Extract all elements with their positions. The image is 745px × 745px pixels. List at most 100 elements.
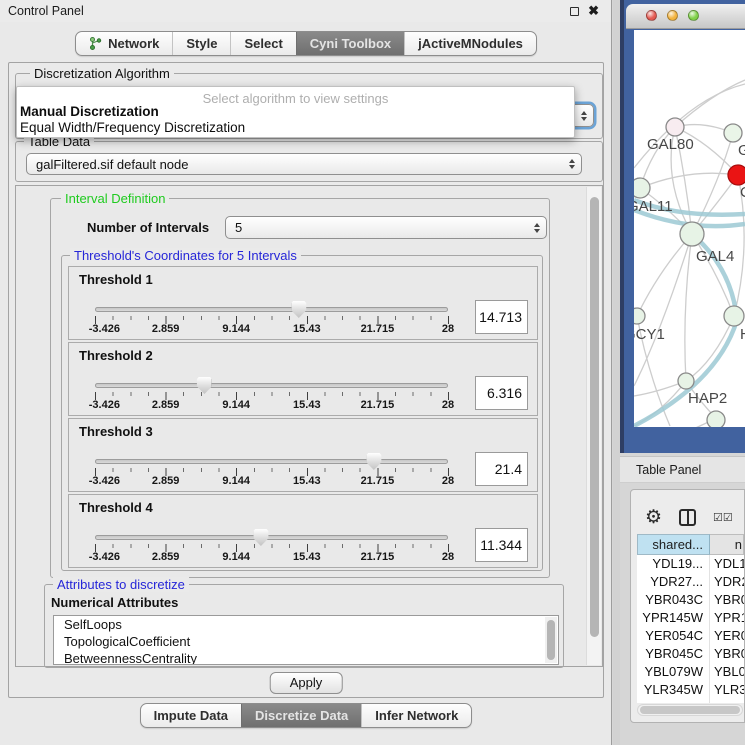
combo-stepper-icon [528,223,546,233]
app-root: Control Panel ✖ NetworkStyleSelectCyni T… [0,0,745,745]
float-window-icon[interactable] [570,7,579,16]
column-header-shared-name[interactable]: shared... [637,534,710,555]
attribute-item-topologicalcoefficient[interactable]: TopologicalCoefficient [54,633,558,650]
threshold-panel-3: Threshold 3-3.4262.8599.14415.4321.71528… [68,418,538,492]
vertical-scrollbar[interactable] [586,187,601,665]
threshold-value-field[interactable]: 6.316 [475,376,528,410]
table-row[interactable]: YER054CYER0 [637,627,744,645]
network-node-hap2[interactable] [678,373,694,389]
checkbox-columns-icon[interactable]: ☑☑ [713,511,733,524]
horizontal-scrollbar-thumb[interactable] [640,706,740,714]
apply-button[interactable]: Apply [270,672,343,694]
combo-stepper-icon [575,111,593,121]
network-node-gal4[interactable] [680,222,704,246]
cell-name: YER0 [710,627,744,645]
horizontal-scrollbar[interactable] [637,704,743,716]
slider-track[interactable] [95,383,448,388]
tab-network[interactable]: Network [76,32,172,55]
slider-track[interactable] [95,307,448,312]
table-row[interactable]: YIL052CYIL0 [637,699,744,703]
threshold-value-field[interactable]: 14.713 [475,300,528,334]
tab-impute-data[interactable]: Impute Data [141,704,241,727]
network-edge[interactable] [692,234,734,316]
network-node-ga[interactable] [724,124,742,142]
tab-jactivemnodules[interactable]: jActiveMNodules [404,32,536,55]
node-label: GCY1 [634,326,665,343]
network-window-titlebar[interactable] [626,4,745,29]
cell-shared-name: YBR043C [637,591,710,609]
close-icon[interactable]: ✖ [588,3,599,19]
tick-label: 2.859 [152,551,180,563]
node-label: HAP2 [688,390,727,407]
tab-select[interactable]: Select [230,32,295,55]
tick-label: 15.43 [293,551,321,563]
attribute-item-selfloops[interactable]: SelfLoops [54,616,558,633]
network-node-c[interactable] [728,165,745,185]
node-label: GAL80 [647,136,694,153]
bottom-tab-bar: Impute DataDiscretize Data Infer Network [0,703,612,728]
table-row[interactable]: YPR145WYPR1 [637,609,744,627]
algorithm-option-equal-width-frequency-discretization[interactable]: Equal Width/Frequency Discretization [17,120,574,136]
network-node-h[interactable] [724,306,744,326]
vertical-scrollbar-thumb[interactable] [590,197,599,637]
network-view-window: GAL80GACGAL11GAL4GCY1HHAP2 [620,0,745,453]
attribute-item-betweennesscentrality[interactable]: BetweennessCentrality [54,650,558,665]
number-of-intervals-value: 5 [226,220,528,235]
split-panel-icon[interactable] [679,509,696,526]
network-node-gal11[interactable] [634,178,650,198]
traffic-light-zoom[interactable] [688,10,699,21]
thresholds-group: Threshold's Coordinates for 5 Intervals … [61,255,543,571]
table-data-combobox[interactable]: galFiltered.sif default node [26,153,582,175]
traffic-light-close[interactable] [646,10,657,21]
threshold-label: Threshold 1 [79,272,153,287]
slider-track[interactable] [95,535,448,540]
numerical-attributes-list[interactable]: SelfLoopsTopologicalCoefficientBetweenne… [53,615,559,665]
cell-shared-name: YBL079W [637,663,710,681]
tab-label: Infer Network [375,708,458,723]
tick-label: 21.715 [361,551,395,563]
table-row[interactable]: YBR043CYBR0 [637,591,744,609]
node-label: GAL4 [696,248,734,265]
table-row[interactable]: YBL079WYBL0 [637,663,744,681]
cell-shared-name: YDL19... [637,555,710,573]
network-node[interactable] [707,411,725,427]
tick-label: 2.859 [152,475,180,487]
number-of-intervals-combobox[interactable]: 5 [225,216,547,239]
network-edge[interactable] [637,234,692,316]
slider-track[interactable] [95,459,448,464]
cell-name: YIL0 [710,699,744,703]
tab-infer-network[interactable]: Infer Network [361,704,471,727]
panel-divider[interactable] [613,0,620,745]
gear-icon[interactable]: ⚙ [645,508,662,527]
threshold-label: Threshold 3 [79,424,153,439]
tab-cyni-toolbox[interactable]: Cyni Toolbox [296,32,404,55]
table-row[interactable]: YDR27...YDR2 [637,573,744,591]
tab-discretize-data[interactable]: Discretize Data [241,704,361,727]
cell-shared-name: YDR27... [637,573,710,591]
tick-label: 21.715 [361,323,395,335]
network-canvas[interactable]: GAL80GACGAL11GAL4GCY1HHAP2 [634,30,745,427]
table-row[interactable]: YDL19...YDL1 [637,555,744,573]
cell-shared-name: YER054C [637,627,710,645]
traffic-light-minimize[interactable] [667,10,678,21]
control-panel-title: Control Panel [8,0,84,22]
node-label: C [740,184,745,201]
threshold-label: Threshold 2 [79,348,153,363]
tab-style[interactable]: Style [172,32,230,55]
network-node-gcy1[interactable] [634,308,645,324]
threshold-value-field[interactable]: 21.4 [475,452,528,486]
attributes-scrollbar[interactable] [545,617,557,663]
network-node-gal80[interactable] [666,118,684,136]
table-row[interactable]: YBR045CYBR0 [637,645,744,663]
network-edge[interactable] [685,234,692,381]
column-header-name[interactable]: n [710,534,744,555]
algorithm-option-manual-discretization[interactable]: Manual Discretization [17,104,574,120]
discretization-algorithm-group-title: Discretization Algorithm [30,66,174,81]
threshold-value-field[interactable]: 11.344 [475,528,528,562]
table-row[interactable]: YLR345WYLR3 [637,681,744,699]
network-edge[interactable] [692,133,733,234]
cell-name: YBR0 [710,591,744,609]
cell-shared-name: YPR145W [637,609,710,627]
tick-label: 2.859 [152,399,180,411]
network-edge[interactable] [640,173,738,188]
